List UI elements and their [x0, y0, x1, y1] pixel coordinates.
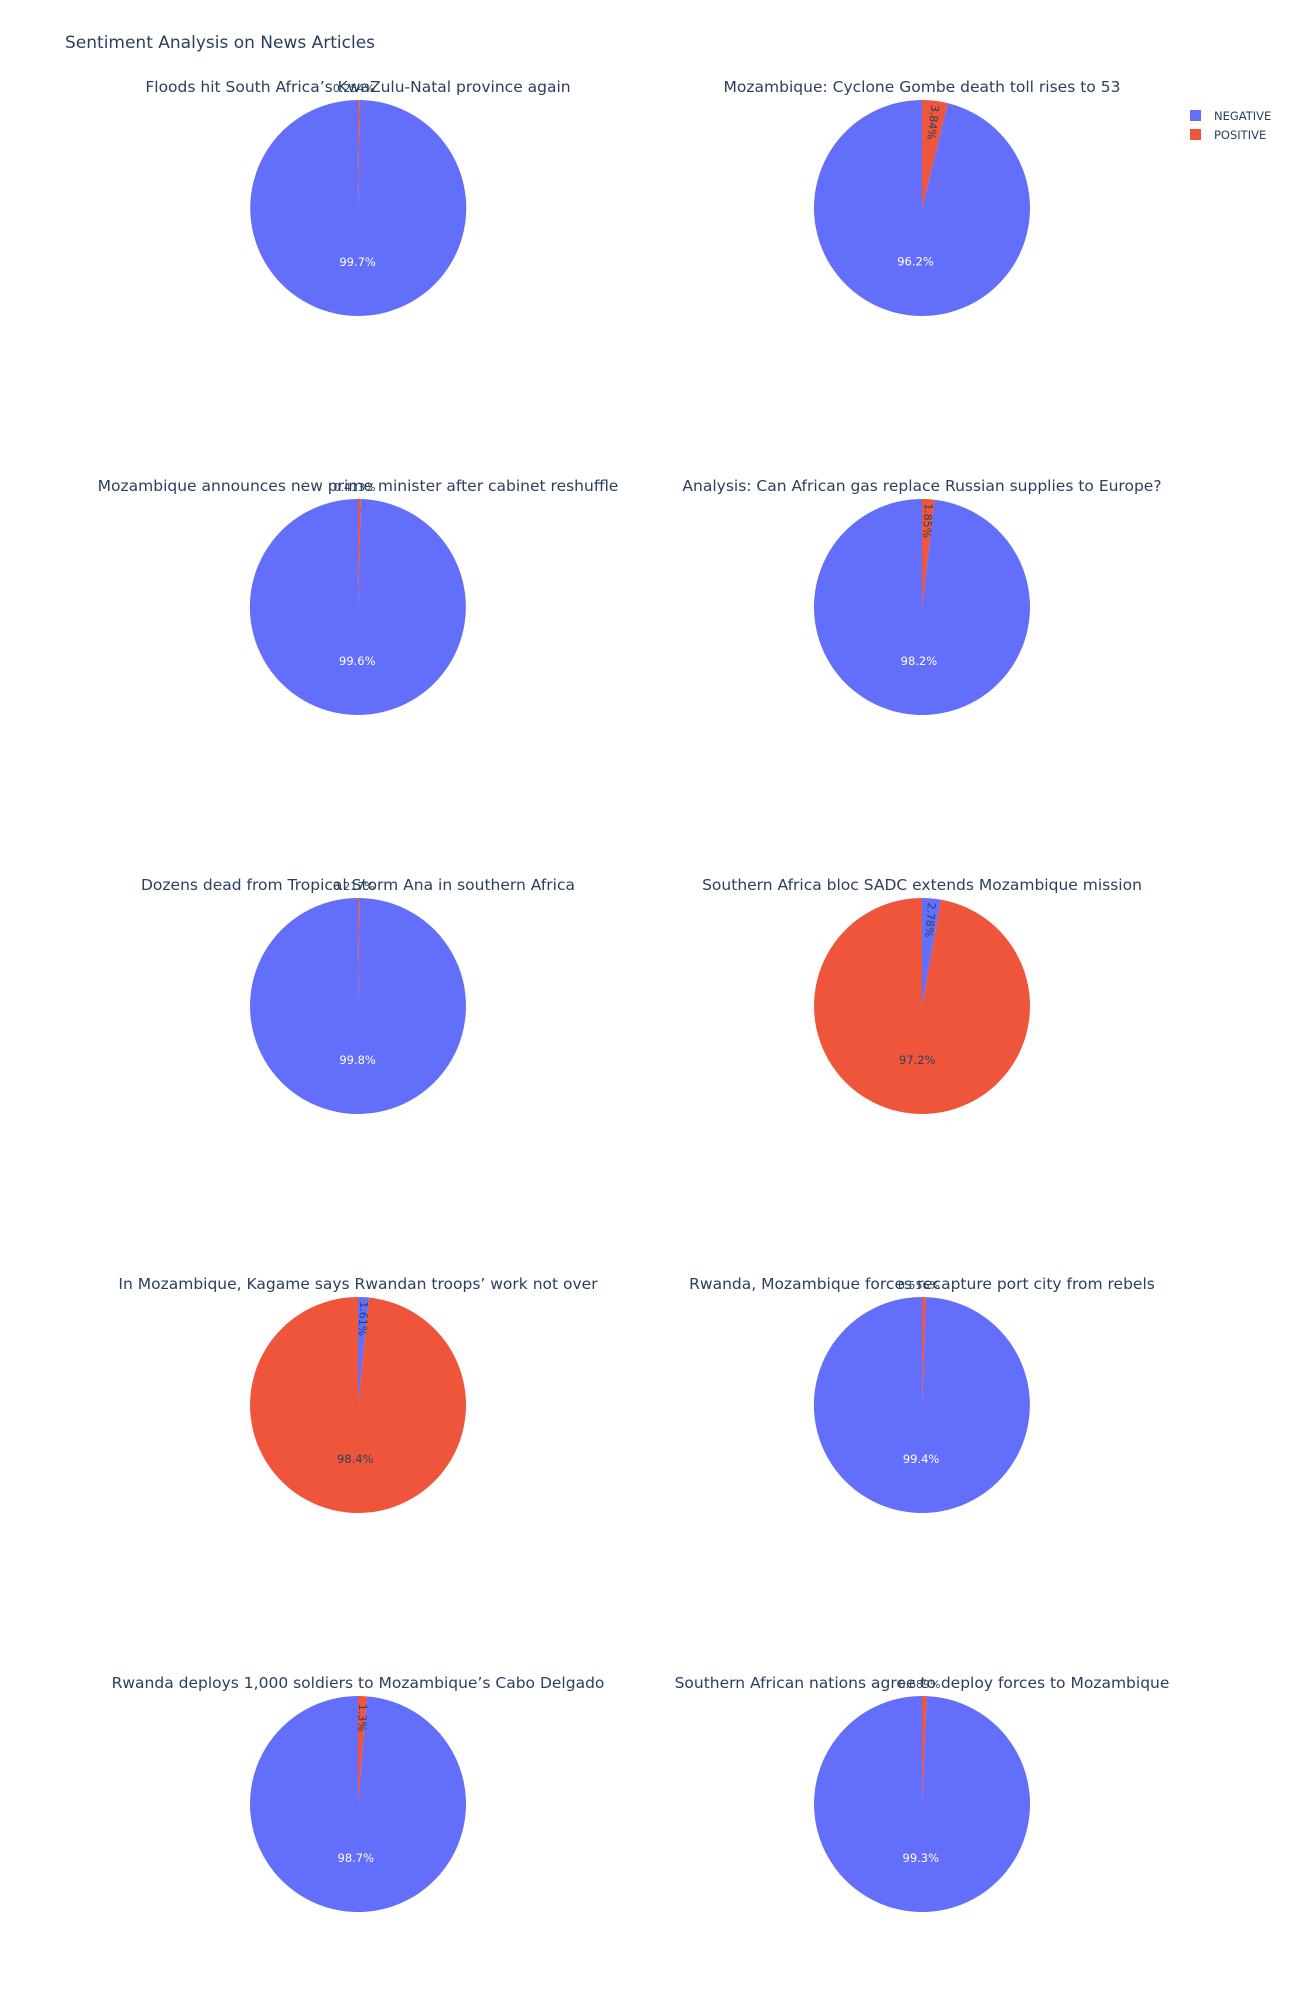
subplot-title-southern-africa-bloc-sadc-extends-mozamb: Southern Africa bloc SADC extends Mozamb…	[702, 876, 1142, 894]
slice-label-negative: 1.61%	[356, 1301, 371, 1337]
subplot-title-dozens-dead-from-tropical-storm-ana-in-s: Dozens dead from Tropical Storm Ana in s…	[141, 876, 575, 894]
slice-label-positive: 97.2%	[899, 1053, 936, 1067]
pie-chart-6[interactable]: 97.2%2.78%Southern Africa bloc SADC exte…	[702, 876, 1142, 1114]
pie-charts-grid: 99.7%0.254%Floods hit South Africa’s Kwa…	[98, 78, 1170, 1912]
slice-label-positive: 98.4%	[337, 1452, 374, 1466]
pie-chart-8[interactable]: 99.4%0.556%Rwanda, Mozambique forces rec…	[689, 1275, 1155, 1513]
pie-chart-4[interactable]: 98.2% 1.85% Analysis: Can African gas repl…	[682, 477, 1162, 715]
subplot-title-floods-hit-south-africa-s-kwazulu-natal-: Floods hit South Africa’s KwaZulu-Natal …	[145, 78, 570, 96]
pie-slice-negative[interactable]	[249, 498, 466, 715]
slice-label-negative: 98.7%	[338, 1851, 375, 1865]
pie-chart-7[interactable]: 98.4% 1.61% In Mozambique, Kagame says Rwa…	[118, 1275, 598, 1514]
subplot-title-rwanda-deploys-1-000-soldiers-to-mozambi: Rwanda deploys 1,000 soldiers to Mozambi…	[112, 1674, 605, 1692]
slice-label-negative: 99.8%	[339, 1053, 376, 1067]
pie-chart-3[interactable]: 99.6%0.413%Mozambique announces new prim…	[98, 477, 619, 715]
legend-item-positive[interactable]: POSITIVE	[1190, 125, 1271, 144]
legend-item-negative[interactable]: NEGATIVE	[1190, 106, 1271, 125]
subplot-title-southern-african-nations-agree-to-deploy: Southern African nations agree to deploy…	[675, 1674, 1170, 1692]
subplot-title-mozambique-cyclone-gombe-death-toll-rise: Mozambique: Cyclone Gombe death toll ris…	[724, 78, 1121, 96]
legend-swatch-negative	[1190, 110, 1201, 121]
slice-label-positive: 1.85%	[920, 503, 935, 539]
subplot-title-rwanda-mozambique-forces-recapture-port-: Rwanda, Mozambique forces recapture port…	[689, 1275, 1155, 1293]
pie-chart-2[interactable]: 96.2%3.84%Mozambique: Cyclone Gombe deat…	[724, 78, 1121, 316]
legend-swatch-positive	[1190, 129, 1201, 140]
pie-slice-negative[interactable]	[249, 898, 466, 1114]
slice-label-positive: 1.3%	[355, 1703, 369, 1731]
subplot-title-in-mozambique-kagame-says-rwandan-troops: In Mozambique, Kagame says Rwandan troop…	[118, 1275, 598, 1293]
slice-label-negative: 99.6%	[339, 654, 376, 668]
slice-label-negative: 96.2%	[897, 255, 934, 269]
pie-chart-10[interactable]: 99.3%0.689%Southern African nations agre…	[675, 1674, 1170, 1912]
pie-chart-5[interactable]: 99.8%0.217%Dozens dead from Tropical Sto…	[141, 876, 575, 1114]
pie-slice-negative[interactable]	[813, 1297, 1030, 1513]
slice-label-negative: 99.7%	[339, 255, 376, 269]
legend[interactable]: NEGATIVE POSITIVE	[1190, 106, 1271, 144]
pie-chart-1[interactable]: 99.7%0.254%Floods hit South Africa’s Kwa…	[145, 78, 571, 316]
slice-label-negative: 99.3%	[903, 1851, 940, 1865]
slice-label-negative: 98.2%	[901, 654, 938, 668]
pie-chart-9[interactable]: 98.7% 1.3% Rwanda deploys 1,000 soldiers t…	[112, 1674, 605, 1912]
slice-label-negative: 99.4%	[903, 1452, 940, 1466]
subplot-title-analysis-can-african-gas-replace-russian: Analysis: Can African gas replace Russia…	[682, 477, 1161, 495]
subplot-title-mozambique-announces-new-prime-minister-: Mozambique announces new prime minister …	[98, 477, 619, 495]
legend-label-positive: POSITIVE	[1214, 127, 1267, 142]
pie-slice-negative[interactable]	[813, 100, 1030, 316]
legend-label-negative: NEGATIVE	[1214, 108, 1272, 123]
